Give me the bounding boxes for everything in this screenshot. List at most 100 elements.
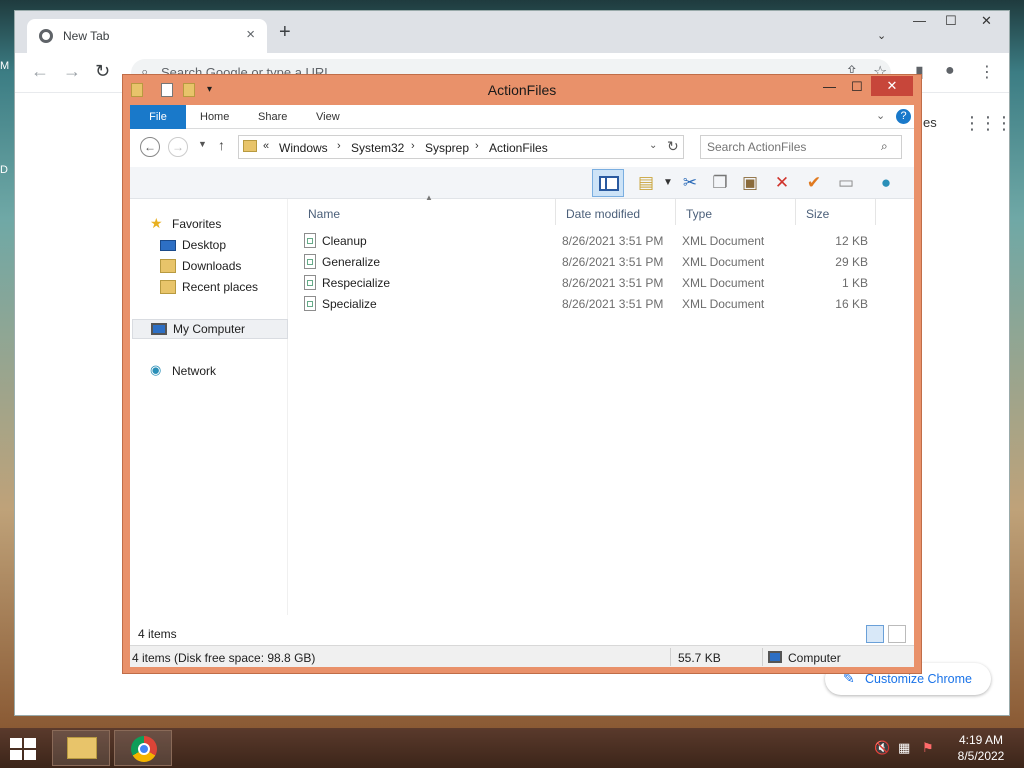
ribbon-expand-icon[interactable]: ⌄ bbox=[876, 109, 885, 122]
recent-locations-dropdown-icon[interactable]: ▼ bbox=[198, 139, 207, 149]
clock-date: 8/5/2022 bbox=[957, 749, 1005, 763]
chrome-favicon-icon bbox=[39, 29, 53, 43]
nav-item-network[interactable]: ◉ Network bbox=[150, 362, 270, 382]
select-dropdown-icon[interactable]: ▼ bbox=[656, 171, 680, 195]
command-bar: ▤ ▼ ✂ ❐ ▣ ✕ ✔ ▭ ● bbox=[130, 167, 914, 199]
preview-pane-button[interactable] bbox=[592, 169, 624, 197]
layout-pane-icon bbox=[599, 176, 619, 191]
breadcrumb-system32[interactable]: System32 bbox=[351, 141, 404, 155]
close-tab-icon[interactable]: × bbox=[246, 26, 255, 43]
ribbon-tab-view[interactable]: View bbox=[316, 111, 340, 123]
explorer-minimize-button[interactable]: — bbox=[823, 79, 836, 94]
ribbon-tab-share[interactable]: Share bbox=[258, 111, 287, 123]
file-row[interactable]: Generalize 8/26/2021 3:51 PM XML Documen… bbox=[298, 252, 898, 273]
file-row[interactable]: Respecialize 8/26/2021 3:51 PM XML Docum… bbox=[298, 273, 898, 294]
status-total-size: 55.7 KB bbox=[678, 651, 721, 665]
ribbon-tab-file[interactable]: File bbox=[130, 105, 186, 129]
nav-item-favorites[interactable]: ★ Favorites bbox=[150, 215, 270, 235]
taskbar: 🔇 ▦ ⚑ 4:19 AM 8/5/2022 bbox=[0, 728, 1024, 768]
file-date: 8/26/2021 3:51 PM bbox=[562, 255, 664, 269]
taskbar-chrome[interactable] bbox=[114, 730, 172, 766]
breadcrumb-separator[interactable]: › bbox=[411, 140, 415, 152]
globe-icon[interactable]: ● bbox=[874, 171, 898, 195]
new-tab-button[interactable]: + bbox=[279, 21, 291, 44]
chrome-close-button[interactable]: ✕ bbox=[981, 13, 992, 29]
chrome-tab-new-tab[interactable]: New Tab × bbox=[27, 19, 267, 53]
cut-icon[interactable]: ✂ bbox=[678, 171, 702, 195]
nav-item-label: Favorites bbox=[172, 217, 222, 231]
back-button-icon[interactable]: ← bbox=[140, 137, 160, 157]
taskbar-file-explorer[interactable] bbox=[52, 730, 110, 766]
xml-file-icon bbox=[304, 254, 316, 269]
file-type: XML Document bbox=[682, 255, 765, 269]
windows-logo-icon bbox=[10, 750, 22, 760]
windows-logo-icon bbox=[24, 738, 36, 748]
select-folder-icon[interactable]: ▤ bbox=[634, 171, 658, 195]
computer-icon bbox=[151, 323, 167, 335]
google-apps-icon[interactable]: ⋮⋮⋮ bbox=[963, 113, 1013, 134]
nav-item-my-computer[interactable]: My Computer bbox=[132, 319, 288, 339]
chrome-menu-icon[interactable]: ⋮ bbox=[979, 62, 995, 82]
paste-icon[interactable]: ▣ bbox=[738, 171, 762, 195]
copy-icon[interactable]: ❐ bbox=[708, 171, 732, 195]
status-location: Computer bbox=[788, 651, 841, 665]
breadcrumb-overflow-icon[interactable]: « bbox=[263, 140, 269, 152]
file-list: ▲ Name Date modified Type Size Cleanup 8… bbox=[298, 193, 904, 615]
chrome-maximize-button[interactable]: ☐ bbox=[945, 13, 957, 29]
nav-item-recent-places[interactable]: Recent places bbox=[160, 278, 270, 298]
downloads-folder-icon bbox=[160, 259, 176, 273]
large-icons-view-icon[interactable] bbox=[888, 625, 906, 643]
chrome-minimize-button[interactable]: — bbox=[913, 13, 926, 28]
file-row[interactable]: Specialize 8/26/2021 3:51 PM XML Documen… bbox=[298, 294, 898, 315]
file-name: Specialize bbox=[322, 297, 377, 311]
forward-arrow-icon[interactable]: → bbox=[63, 61, 81, 82]
search-icon: ⌕ bbox=[881, 139, 888, 153]
forward-button-icon[interactable]: → bbox=[168, 137, 188, 157]
column-header-label: Name bbox=[308, 207, 341, 221]
back-arrow-icon[interactable]: ← bbox=[31, 61, 49, 82]
address-dropdown-icon[interactable]: ⌄ bbox=[649, 140, 657, 151]
tab-search-icon[interactable]: ⌄ bbox=[877, 29, 886, 42]
reload-icon[interactable]: ↻ bbox=[95, 61, 110, 82]
ribbon-tab-home[interactable]: Home bbox=[200, 111, 229, 123]
up-arrow-icon[interactable]: ↑ bbox=[218, 137, 225, 153]
breadcrumb-separator[interactable]: › bbox=[475, 140, 479, 152]
nav-item-label: My Computer bbox=[173, 322, 246, 336]
column-header-date-modified[interactable]: Date modified bbox=[556, 199, 676, 225]
address-bar[interactable]: « Windows › System32 › Sysprep › ActionF… bbox=[238, 135, 684, 159]
column-header-type[interactable]: Type bbox=[676, 199, 796, 225]
details-view-icon[interactable] bbox=[866, 625, 884, 643]
file-date: 8/26/2021 3:51 PM bbox=[562, 276, 664, 290]
breadcrumb-windows[interactable]: Windows bbox=[279, 141, 328, 155]
explorer-close-button[interactable]: ✕ bbox=[871, 76, 913, 96]
action-center-icon[interactable]: ⚑ bbox=[922, 740, 934, 756]
breadcrumb-sysprep[interactable]: Sysprep bbox=[425, 141, 469, 155]
search-input[interactable] bbox=[707, 139, 877, 155]
column-header-size[interactable]: Size bbox=[796, 199, 876, 225]
delete-icon[interactable]: ✕ bbox=[770, 171, 794, 195]
nav-item-desktop[interactable]: Desktop bbox=[160, 236, 270, 256]
volume-muted-icon[interactable]: 🔇 bbox=[874, 740, 890, 756]
refresh-icon[interactable]: ↻ bbox=[667, 138, 679, 155]
rename-icon[interactable]: ▭ bbox=[834, 171, 858, 195]
nav-item-label: Network bbox=[172, 364, 217, 378]
recent-places-icon bbox=[160, 280, 176, 294]
breadcrumb-actionfiles[interactable]: ActionFiles bbox=[489, 141, 548, 155]
taskbar-clock[interactable]: 4:19 AM 8/5/2022 bbox=[950, 732, 1012, 764]
explorer-maximize-button[interactable]: ☐ bbox=[851, 79, 863, 95]
column-header-name[interactable]: ▲ Name bbox=[298, 193, 556, 225]
profile-avatar-icon[interactable]: ● bbox=[945, 62, 955, 80]
start-button[interactable] bbox=[10, 738, 38, 762]
windows-logo-icon bbox=[24, 750, 36, 760]
status-bar: 4 items (Disk free space: 98.8 GB) 55.7 … bbox=[130, 645, 914, 667]
breadcrumb-separator[interactable]: › bbox=[337, 140, 341, 152]
nav-item-downloads[interactable]: Downloads bbox=[160, 257, 270, 277]
chrome-ntp-link-text[interactable]: es bbox=[923, 115, 937, 130]
explorer-titlebar[interactable]: ▾ ActionFiles — ☐ ✕ bbox=[123, 75, 921, 105]
checkmark-icon[interactable]: ✔ bbox=[802, 171, 826, 195]
help-icon[interactable]: ? bbox=[896, 109, 911, 124]
file-row[interactable]: Cleanup 8/26/2021 3:51 PM XML Document 1… bbox=[298, 231, 898, 252]
status-disk-free: 4 items (Disk free space: 98.8 GB) bbox=[132, 651, 316, 665]
search-box[interactable]: ⌕ bbox=[700, 135, 902, 159]
network-tray-icon[interactable]: ▦ bbox=[898, 740, 910, 756]
